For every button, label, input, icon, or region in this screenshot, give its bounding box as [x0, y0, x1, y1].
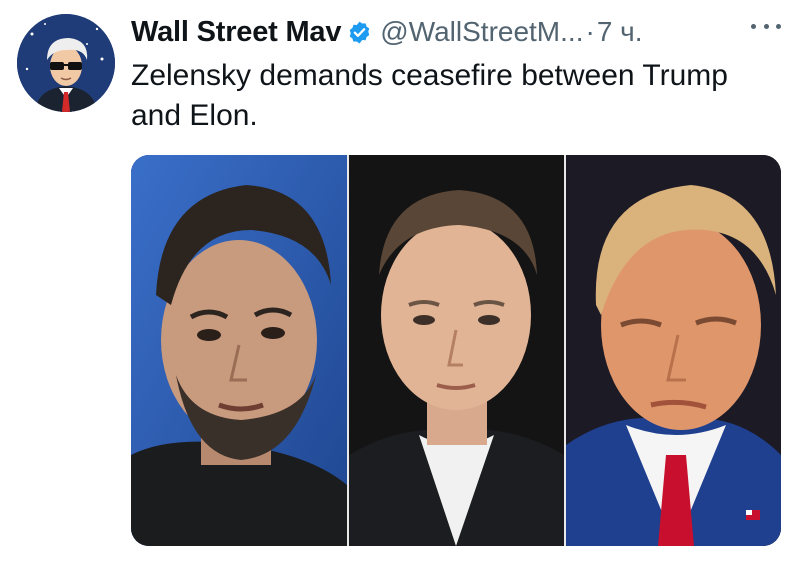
tweet-text: Zelensky demands ceasefire between Trump… [131, 59, 728, 132]
meta-separator: · [585, 16, 595, 47]
tweet-media[interactable] [131, 155, 781, 546]
tweet-timestamp[interactable]: 7 ч. [597, 16, 643, 48]
trump-photo [566, 155, 781, 546]
zelensky-photo [131, 155, 347, 546]
elon-photo [349, 155, 564, 546]
tweet-header: Wall Street Mav @WallStreetM... · 7 ч. [131, 12, 800, 52]
author-name[interactable]: Wall Street Mav [131, 16, 341, 49]
author-avatar[interactable] [17, 14, 115, 112]
avatar-illustration [17, 14, 115, 112]
verified-badge-icon [347, 20, 372, 45]
author-handle[interactable]: @WallStreetM... [380, 16, 583, 48]
more-options-icon[interactable] [751, 16, 781, 36]
